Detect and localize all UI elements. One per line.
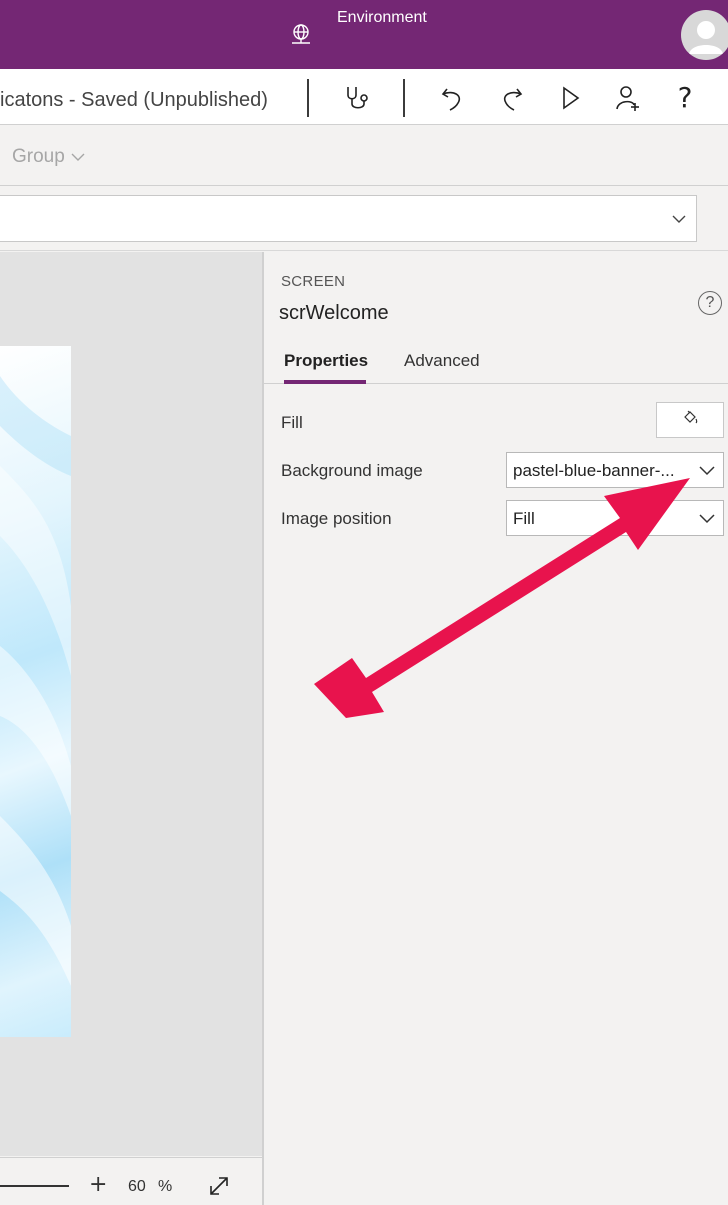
toolbar-separator bbox=[403, 79, 405, 117]
help-button[interactable]: ? bbox=[668, 81, 702, 115]
app-title: icatons - Saved (Unpublished) bbox=[0, 89, 268, 111]
fill-label: Fill bbox=[281, 413, 303, 432]
undo-button[interactable] bbox=[436, 81, 470, 115]
object-name: scrWelcome bbox=[279, 302, 389, 324]
globe-icon[interactable] bbox=[289, 22, 313, 46]
background-image-dropdown[interactable]: pastel-blue-banner-... bbox=[506, 452, 724, 488]
user-avatar-icon[interactable] bbox=[681, 10, 728, 60]
toolbar-separator bbox=[307, 79, 309, 117]
object-type-label: SCREEN bbox=[281, 273, 346, 290]
image-position-label: Image position bbox=[281, 509, 392, 528]
zoom-unit: % bbox=[158, 1178, 173, 1195]
group-menu[interactable]: Group bbox=[12, 146, 85, 168]
redo-icon bbox=[503, 88, 523, 111]
help-icon[interactable]: ? bbox=[698, 291, 722, 315]
zoom-value: 60 bbox=[128, 1178, 146, 1195]
play-icon bbox=[563, 86, 580, 110]
top-bar: Environment bbox=[0, 0, 728, 69]
chevron-down-icon bbox=[699, 466, 715, 476]
background-image-label: Background image bbox=[281, 461, 423, 480]
fill-color-picker[interactable] bbox=[656, 402, 724, 438]
command-bar: icatons - Saved (Unpublished) ? bbox=[0, 69, 728, 125]
image-position-dropdown[interactable]: Fill bbox=[506, 500, 724, 536]
zoom-bar: + 60 % bbox=[0, 1157, 262, 1205]
canvas bbox=[0, 252, 262, 1156]
formula-input[interactable] bbox=[0, 195, 697, 242]
preview-button[interactable] bbox=[553, 81, 587, 115]
chevron-down-icon[interactable] bbox=[670, 210, 688, 228]
stethoscope-icon bbox=[347, 87, 368, 109]
properties-tabs: Properties Advanced bbox=[264, 338, 728, 384]
share-user-icon bbox=[616, 86, 639, 111]
undo-icon bbox=[441, 88, 461, 111]
ribbon: Group bbox=[0, 126, 728, 186]
active-tab-indicator bbox=[284, 380, 366, 384]
chevron-down-icon bbox=[71, 153, 85, 161]
help-icon: ? bbox=[677, 81, 693, 114]
environment-label[interactable]: Environment bbox=[337, 9, 427, 27]
chevron-down-icon bbox=[699, 514, 715, 524]
tab-advanced[interactable]: Advanced bbox=[404, 351, 480, 371]
group-menu-label: Group bbox=[12, 146, 65, 167]
paint-bucket-icon bbox=[684, 410, 698, 424]
zoom-in-button[interactable]: + bbox=[89, 1172, 107, 1197]
redo-button[interactable] bbox=[494, 81, 528, 115]
properties-panel: SCREEN scrWelcome ? Properties Advanced … bbox=[264, 252, 728, 1205]
tab-properties[interactable]: Properties bbox=[284, 351, 368, 371]
background-image-value: pastel-blue-banner-... bbox=[513, 461, 675, 480]
app-checker-button[interactable] bbox=[340, 81, 374, 115]
formula-bar bbox=[0, 187, 728, 251]
zoom-slider[interactable] bbox=[0, 1185, 69, 1187]
screen-preview[interactable] bbox=[0, 346, 71, 1037]
share-button[interactable] bbox=[611, 81, 645, 115]
fit-to-window-icon[interactable] bbox=[205, 1172, 233, 1200]
image-position-value: Fill bbox=[513, 509, 535, 528]
